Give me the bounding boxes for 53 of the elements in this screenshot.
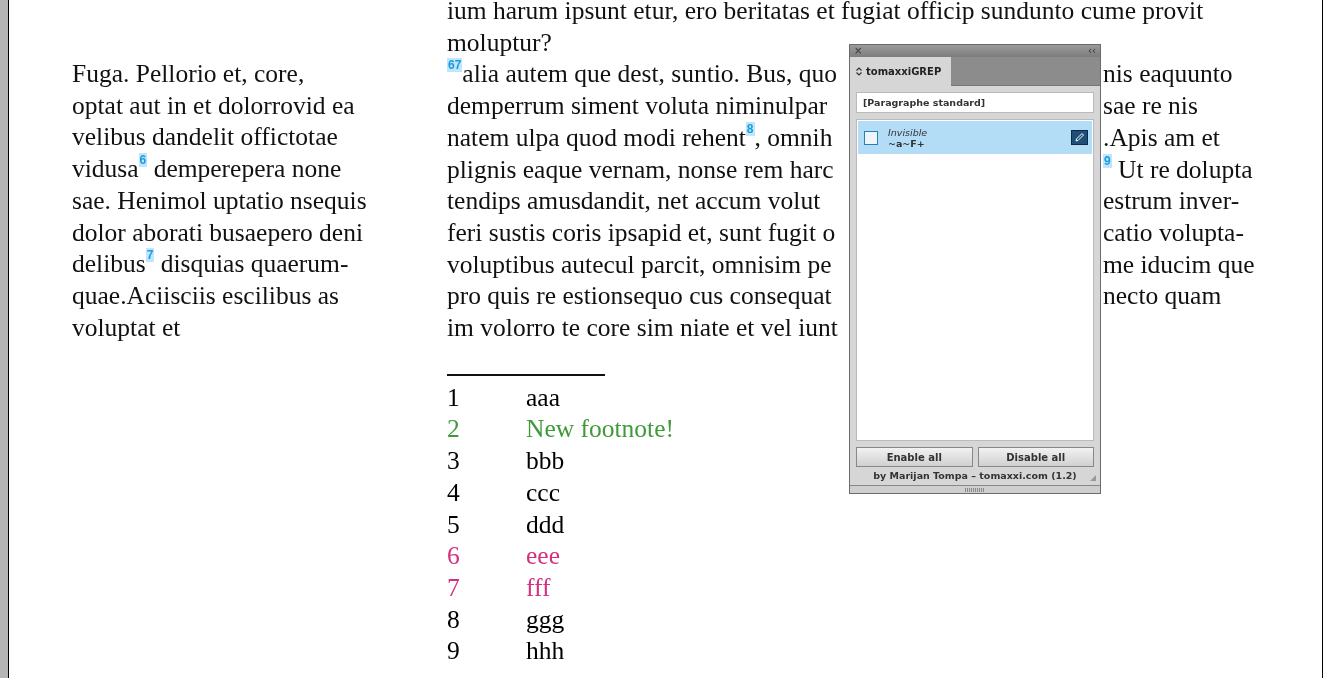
footnote-number: 5 [447,508,461,541]
rule-name: Invisible [888,126,929,138]
text-line: moluptur? [447,26,552,59]
text-line: pro quis re estionsequo cus consequat [447,281,832,311]
footnote-number: 6 [447,540,461,572]
footnote-number: 8 [447,603,461,636]
text-line: me iducim que [1103,249,1255,279]
close-button[interactable]: × [854,45,863,57]
checkbox[interactable] [864,130,878,145]
text-line: plignis eaque vernam, nonse rem harc [447,154,834,184]
footnote-number: 7 [447,571,461,604]
collapse-button[interactable]: ‹‹ [1088,45,1096,57]
body-paragraph: Fuga. Pellorio et, core, optat aut in et dolorrovid ea velibus dandelit offictotae vidusa$^{6}$ demperepera none sae. Henimol uptatio nsequis dolor aborati busaepero deni delibus$^{7}$ disquias quaerum- quae.Aciisciis escilibus as voluptat et [71,58,368,344]
text-line: nis eaquunto [1103,59,1233,89]
rule-item[interactable]: Invisible ~a~F+ [858,121,1092,154]
text-line: necto quam [1103,281,1222,311]
text-line: ium harum ipsunt etur, ero beritatas et fugiat officip sundunto cume provit [447,0,1204,27]
rule-pattern: ~a~F+ [888,137,926,149]
footnote-text: ccc [526,476,560,509]
text-line: voluptibus autecul parcit, omnisim pe [447,249,832,279]
text-line: sae re nis [1103,91,1198,121]
text-line: im volorro te core sim niate et vel iunt [447,313,838,343]
footnote-text: aaa [526,381,560,414]
text-line: feri sustis coris ipsapid et, sunt fugit o [447,217,836,247]
text-line: $^{9}$ Ut re dolupta [1103,154,1253,184]
edit-button[interactable] [1071,130,1088,145]
credit-text: by Marijan Tompa – tomaxxi.com (1.2) [873,470,1077,481]
footnote-number: 3 [447,445,461,477]
pencil-icon [1074,132,1085,143]
resize-grip-icon [1089,474,1097,482]
footnote-text: bbb [526,445,565,477]
text-line: demperrum siment voluta niminulpar [447,91,828,121]
text-line: natem ulpa quod modi rehent$^{8}$, omnih [447,122,833,152]
footnote-text: New footnote! [526,413,674,446]
text-line: catio volupta- [1103,217,1244,247]
panel-tab[interactable]: tomaxxiGREP [850,57,952,86]
footnote-text: ggg [526,603,565,636]
footnote-text: ddd [526,508,565,541]
panel-button[interactable]: Enable all [856,447,973,467]
panel-button[interactable]: Disable all [977,447,1094,467]
text-line: .Apis am et [1103,122,1220,152]
footnote-text: hhh [526,635,565,668]
text-line: estrum inver- [1103,186,1240,216]
footnote-number: 1 [447,381,461,414]
footnote-number: 9 [447,635,461,668]
footnote-number: 4 [447,476,461,509]
style-field[interactable]: [Paragraphe standard] [856,92,1094,113]
footnote-number: 2 [447,413,461,446]
footnote-text: fff [526,571,551,604]
text-line: $^{67}$alia autem que dest, suntio. Bus, quo [447,59,837,89]
footnote-text: eee [526,540,560,572]
stepper-icon [856,67,862,76]
text-line: tendips amusdandit, net accum volut [447,186,821,216]
